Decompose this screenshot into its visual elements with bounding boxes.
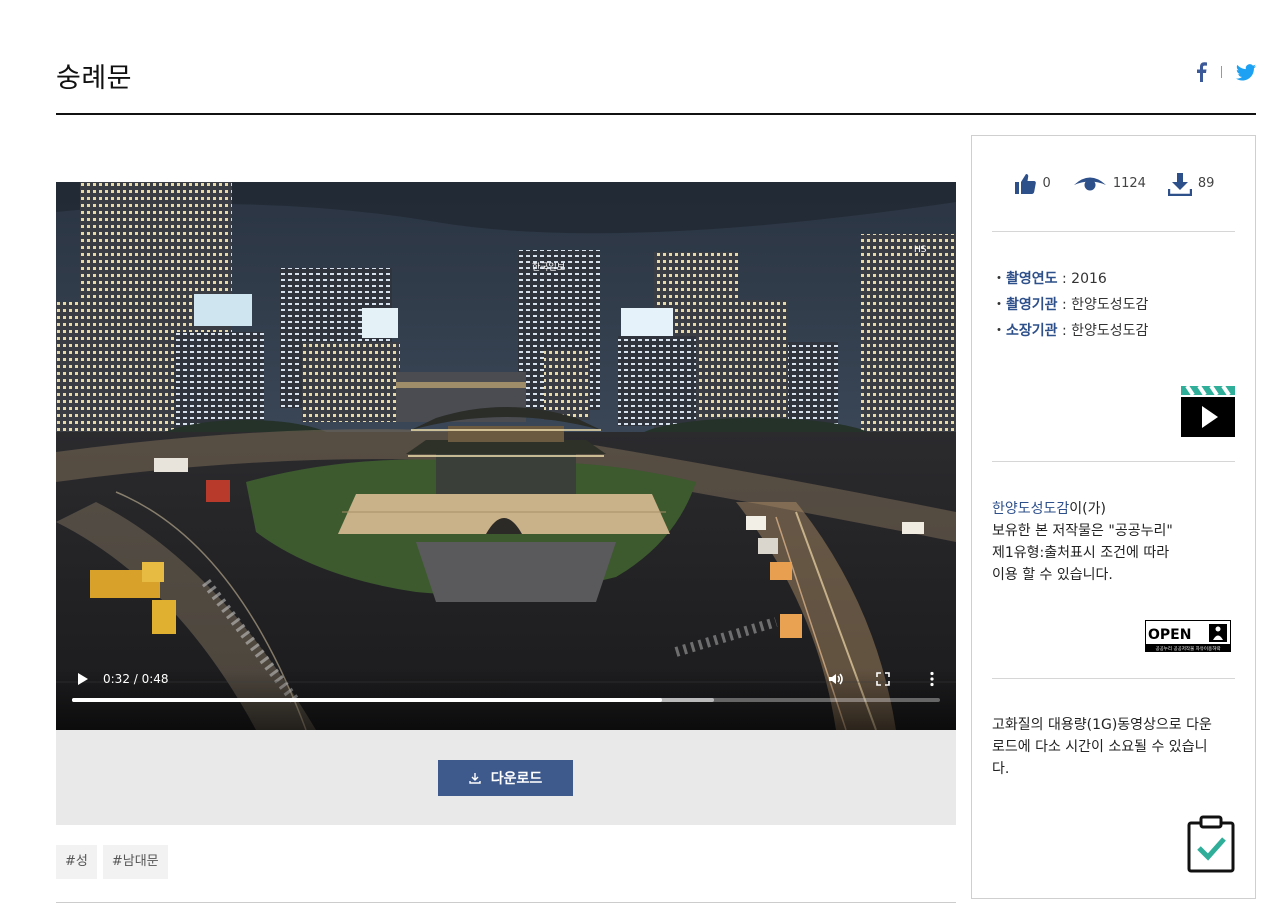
video-player[interactable]: 한국일보 HS 0:32 / 0:48 (56, 182, 956, 730)
facebook-icon[interactable] (1196, 62, 1207, 82)
notice-line: 다. (992, 761, 1010, 777)
thumbs-up-icon (1014, 173, 1036, 194)
video-played (72, 698, 663, 702)
fullscreen-icon[interactable] (874, 670, 892, 688)
eye-icon (1073, 177, 1106, 190)
volume-icon[interactable] (827, 670, 845, 688)
download-area: 다운로드 (56, 730, 956, 825)
meta-key: 촬영기관 (1006, 297, 1058, 313)
video-progress-bar[interactable] (72, 698, 940, 702)
license-suffix: 이(가) (1069, 501, 1106, 517)
share-divider (1221, 66, 1222, 78)
download-stat: 89 (1167, 172, 1215, 196)
license-line: 보유한 본 저작물은 "공공누리" (992, 523, 1173, 539)
like-count: 0 (1042, 176, 1051, 191)
page-title: 숭례문 (56, 63, 133, 94)
license-info: 한양도성도감이(가) 보유한 본 저작물은 "공공누리" 제1유형:출처표시 조… (992, 462, 1235, 679)
page-header: 숭례문 (56, 0, 1256, 115)
video-frame: 한국일보 HS (56, 182, 956, 730)
badge-text: OPEN (1148, 627, 1191, 643)
meta-value: 한양도성도감 (1071, 323, 1149, 339)
meta-value: 2016 (1071, 271, 1107, 287)
notice-text: 고화질의 대용량(1G)동영상으로 다운 로드에 다소 시간이 소요될 수 있습… (992, 714, 1212, 780)
kogl-open-badge[interactable]: OPEN 공공누리 공공저작물 자유이용허락 (1145, 620, 1231, 652)
download-count: 89 (1197, 176, 1215, 191)
download-notice: 고화질의 대용량(1G)동영상으로 다운 로드에 다소 시간이 소요될 수 있습… (992, 679, 1235, 899)
meta-item: ・소장기관 : 한양도성도감 (992, 323, 1149, 339)
view-count: 1124 (1112, 176, 1146, 191)
download-icon (469, 773, 481, 784)
license-line: 이용 할 수 있습니다. (992, 567, 1113, 583)
more-options-icon[interactable] (923, 670, 941, 688)
clapperboard-icon (1181, 384, 1235, 437)
badge-subtext: 공공누리 공공저작물 자유이용허락 (1156, 645, 1221, 652)
meta-item: ・촬영연도 : 2016 (992, 271, 1107, 287)
tag-item[interactable]: #성 (56, 845, 97, 879)
meta-item: ・촬영기관 : 한양도성도감 (992, 297, 1149, 313)
like-stat[interactable]: 0 (1013, 172, 1051, 196)
info-sidebar: 0 1124 89 ・촬영연도 : 2016 ・촬영기관 : 한양도성도감 ・소… (971, 135, 1256, 899)
stats-bar: 0 1124 89 (992, 136, 1235, 232)
video-time: 0:32 / 0:48 (103, 672, 169, 686)
notice-line: 로드에 다소 시간이 소요될 수 있습니 (992, 739, 1208, 755)
share-links (1196, 62, 1256, 82)
clipboard-check-icon (1187, 815, 1235, 873)
view-stat: 1124 (1073, 174, 1146, 194)
content-divider (56, 902, 956, 903)
scene-label: 한국일보 (532, 262, 565, 273)
scene-label-right: HS (914, 245, 927, 255)
license-org[interactable]: 한양도성도감 (992, 501, 1069, 517)
meta-key: 촬영연도 (1006, 271, 1058, 287)
license-line: 제1유형:출처표시 조건에 따라 (992, 545, 1170, 561)
video-metadata: ・촬영연도 : 2016 ・촬영기관 : 한양도성도감 ・소장기관 : 한양도성… (992, 232, 1235, 462)
download-button[interactable]: 다운로드 (438, 760, 573, 796)
twitter-icon[interactable] (1236, 63, 1256, 81)
meta-key: 소장기관 (1006, 323, 1058, 339)
download-count-icon (1167, 172, 1192, 196)
download-label: 다운로드 (490, 770, 543, 786)
play-icon[interactable] (74, 670, 90, 688)
video-controls: 0:32 / 0:48 (56, 670, 956, 730)
tag-list: #성 #남대문 (56, 845, 168, 879)
license-text: 한양도성도감이(가) 보유한 본 저작물은 "공공누리" 제1유형:출처표시 조… (992, 498, 1173, 586)
tag-item[interactable]: #남대문 (102, 845, 168, 879)
meta-value: 한양도성도감 (1071, 297, 1149, 313)
notice-line: 고화질의 대용량(1G)동영상으로 다운 (992, 717, 1212, 733)
